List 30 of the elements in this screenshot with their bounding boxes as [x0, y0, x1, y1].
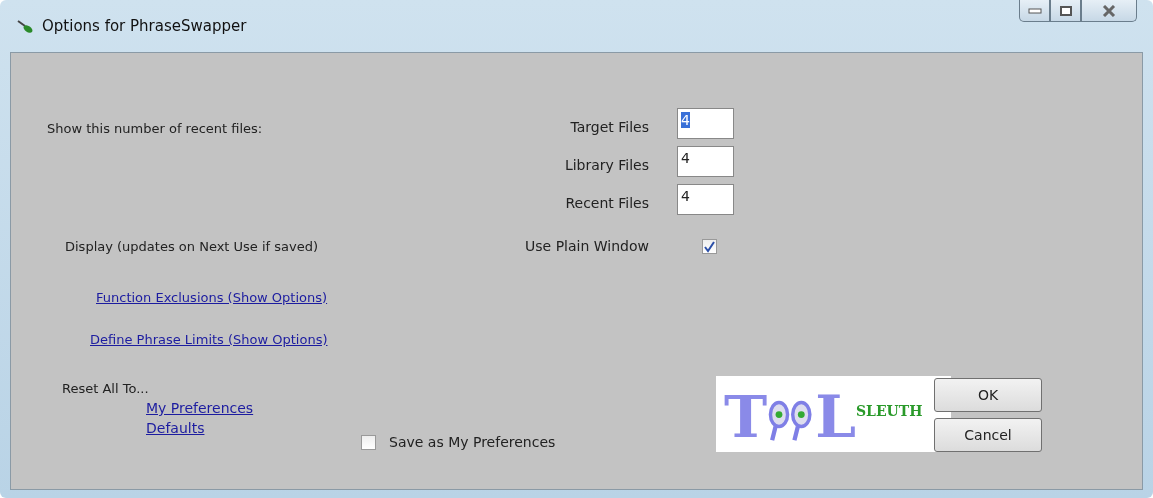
number-input[interactable]: 4	[677, 184, 734, 215]
checkbox-label: Use Plain Window	[524, 237, 649, 254]
section-label: Display (updates on Next Use if saved)	[64, 237, 320, 254]
link[interactable]: Function Exclusions (Show Options)	[96, 290, 328, 305]
maximize-button[interactable]	[1050, 0, 1081, 22]
section-label: Show this number of recent files:	[46, 120, 264, 136]
link[interactable]: My Preferences	[146, 400, 254, 416]
minimize-button[interactable]	[1019, 0, 1050, 22]
logo-letter: L	[815, 388, 856, 446]
ok-button[interactable]: OK	[934, 378, 1042, 412]
bug-icon	[16, 18, 34, 34]
link[interactable]: Define Phrase Limits (Show Options)	[90, 332, 328, 347]
logo-text: SLEUTH	[855, 403, 923, 419]
field-label: Target Files	[569, 117, 649, 135]
number-input[interactable]: 4	[677, 146, 734, 177]
window-title: Options for PhraseSwapper	[42, 17, 247, 35]
field-label: Recent Files	[564, 193, 649, 211]
cancel-button[interactable]: Cancel	[934, 418, 1042, 452]
close-button[interactable]	[1081, 0, 1137, 22]
link[interactable]: Defaults	[146, 420, 205, 436]
section-label: Reset All To...	[62, 381, 150, 396]
minimize-icon	[1027, 7, 1042, 14]
checkbox[interactable]	[702, 238, 717, 254]
maximize-icon	[1059, 5, 1072, 16]
number-input[interactable]: 4	[677, 108, 734, 139]
close-icon	[1101, 4, 1117, 17]
field-label: Library Files	[563, 155, 649, 173]
logo-letter: T	[724, 388, 768, 446]
checkbox-label: Save as My Preferences	[389, 434, 556, 450]
checkbox[interactable]	[361, 434, 376, 450]
